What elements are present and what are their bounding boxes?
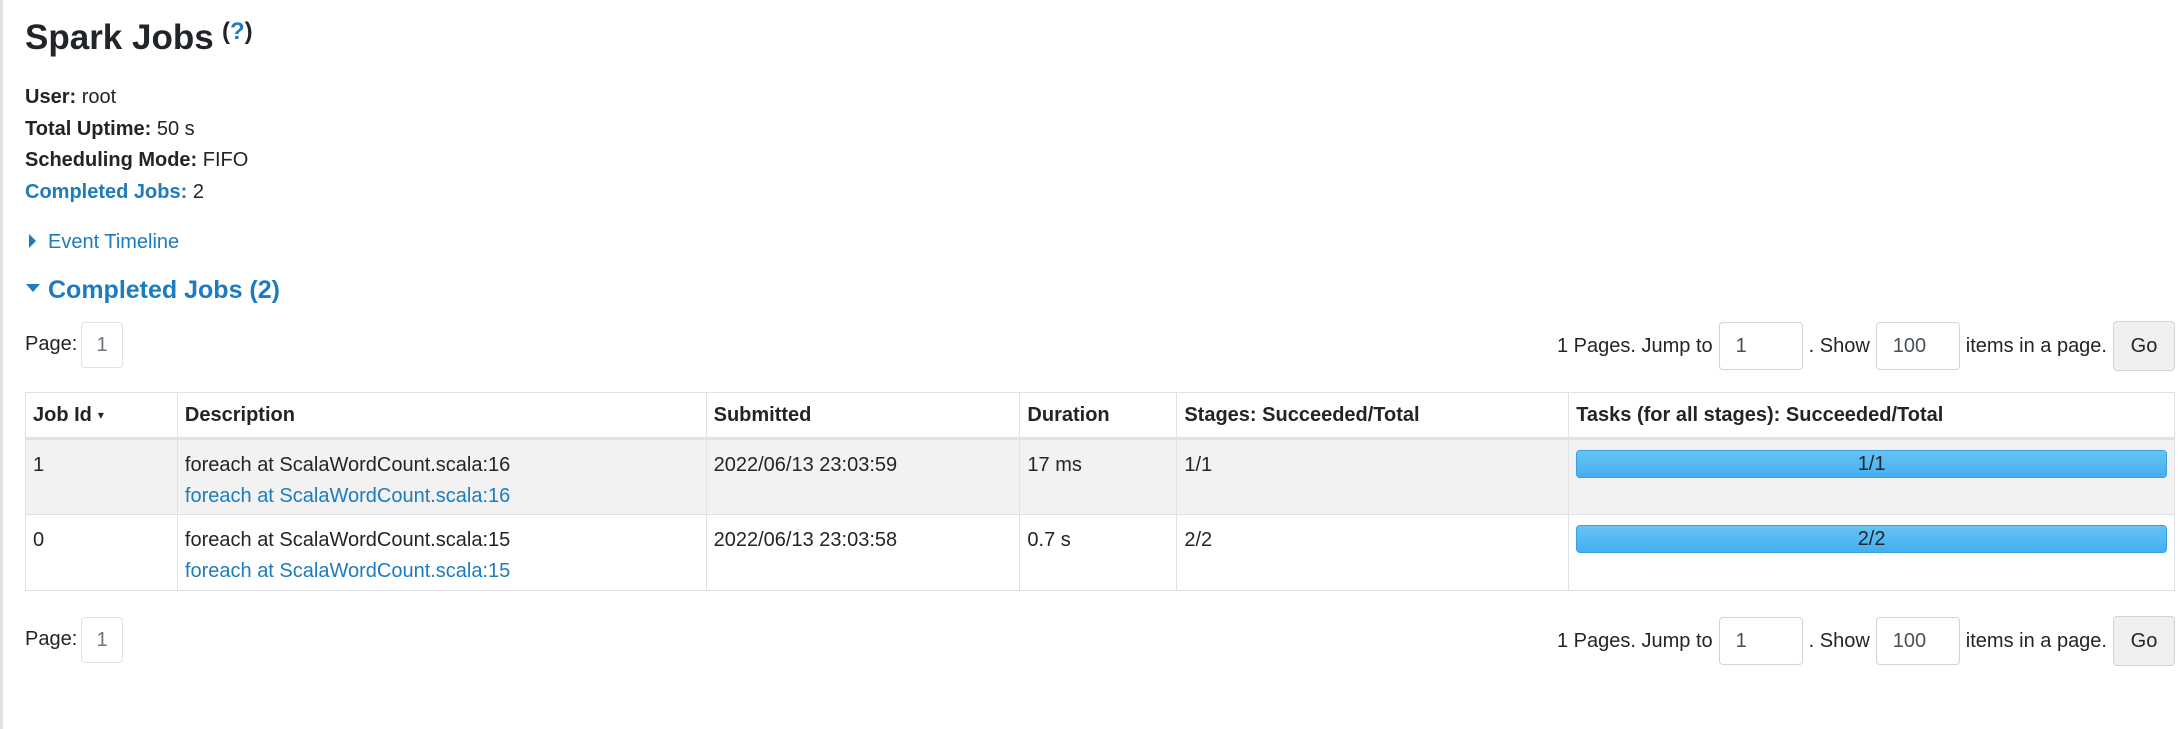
page-size-input[interactable] xyxy=(1875,617,1960,665)
table-row: 1 foreach at ScalaWordCount.scala:16 for… xyxy=(25,438,2175,515)
pagination-controls: 1 Pages. Jump to . Show items in a page.… xyxy=(1557,320,2175,372)
completed-jobs-link[interactable]: Completed Jobs: xyxy=(25,181,187,203)
page-label: Page: xyxy=(25,628,78,650)
cell-duration: 17 ms xyxy=(1019,438,1178,515)
go-button[interactable]: Go xyxy=(2113,616,2175,666)
cell-duration: 0.7 s xyxy=(1019,514,1178,591)
cell-submitted: 2022/06/13 23:03:58 xyxy=(705,514,1021,591)
show-text: . Show xyxy=(1808,334,1870,357)
completed-jobs-table: Job Id ▾ Description Submitted Duration S… xyxy=(25,392,2175,591)
pagination-top: Page: 1 1 Pages. Jump to . Show items in… xyxy=(25,320,2175,372)
caret-right-icon xyxy=(29,233,36,248)
user-value: root xyxy=(81,86,117,108)
cell-stages: 2/2 xyxy=(1176,514,1570,591)
pagination-bottom: Page: 1 1 Pages. Jump to . Show items in… xyxy=(25,615,2175,667)
help-link[interactable]: (?) xyxy=(222,18,253,46)
uptime-label: Total Uptime: xyxy=(25,117,152,140)
caret-down-icon xyxy=(26,284,40,293)
user-label: User: xyxy=(25,86,77,108)
table-header-row: Job Id ▾ Description Submitted Duration S… xyxy=(25,392,2175,440)
cell-stages: 1/1 xyxy=(1176,438,1570,515)
show-text: . Show xyxy=(1808,629,1870,652)
tasks-progress-bar: 2/2 xyxy=(1576,525,2167,553)
header-job-id[interactable]: Job Id ▾ xyxy=(25,392,178,440)
description-text: foreach at ScalaWordCount.scala:15 xyxy=(184,529,511,551)
page-title: Spark Jobs xyxy=(25,18,214,57)
completed-value: 2 xyxy=(192,180,204,203)
table-row: 0 foreach at ScalaWordCount.scala:15 for… xyxy=(25,514,2175,591)
cell-job-id: 0 xyxy=(25,514,178,591)
event-timeline-toggle[interactable]: Event Timeline xyxy=(25,231,179,254)
go-button[interactable]: Go xyxy=(2113,321,2175,371)
cell-description: foreach at ScalaWordCount.scala:16 forea… xyxy=(176,438,707,515)
items-per-page-text: items in a page. xyxy=(1965,629,2107,652)
scheduling-label: Scheduling Mode: xyxy=(25,149,198,171)
jump-to-page-input[interactable] xyxy=(1718,322,1803,370)
cell-tasks: 1/1 xyxy=(1568,438,2175,515)
summary-completed: Completed Jobs: 2 xyxy=(25,177,248,209)
cell-description: foreach at ScalaWordCount.scala:15 forea… xyxy=(176,514,707,591)
cell-job-id: 1 xyxy=(25,438,178,515)
items-per-page-text: items in a page. xyxy=(1965,334,2107,357)
header-stages[interactable]: Stages: Succeeded/Total xyxy=(1176,392,1570,440)
cell-submitted: 2022/06/13 23:03:59 xyxy=(705,438,1021,515)
window-left-edge xyxy=(0,0,3,729)
summary-scheduling: Scheduling Mode: FIFO xyxy=(25,145,248,177)
description-text: foreach at ScalaWordCount.scala:16 xyxy=(184,454,511,476)
summary-user: User: root xyxy=(25,82,248,114)
summary-uptime: Total Uptime: 50 s xyxy=(25,114,248,146)
summary-list: User: root Total Uptime: 50 s Scheduling… xyxy=(25,82,248,208)
header-job-id-label: Job Id xyxy=(33,403,92,426)
pagination-controls: 1 Pages. Jump to . Show items in a page.… xyxy=(1557,615,2175,667)
help-question-icon[interactable]: ? xyxy=(230,18,245,45)
tasks-progress-label: 1/1 xyxy=(1857,453,1886,475)
tasks-progress-bar: 1/1 xyxy=(1576,450,2167,478)
page-size-input[interactable] xyxy=(1875,322,1960,370)
cell-tasks: 2/2 xyxy=(1568,514,2175,591)
header-submitted[interactable]: Submitted xyxy=(705,392,1021,440)
pages-jump-text: 1 Pages. Jump to xyxy=(1556,334,1713,357)
header-duration[interactable]: Duration xyxy=(1019,392,1178,440)
header-description[interactable]: Description xyxy=(176,392,707,440)
completed-jobs-heading: Completed Jobs (2) xyxy=(48,276,280,304)
completed-jobs-toggle[interactable]: Completed Jobs (2) xyxy=(25,276,280,305)
sort-desc-icon: ▾ xyxy=(97,407,104,422)
uptime-value: 50 s xyxy=(156,117,195,140)
page-number-button[interactable]: 1 xyxy=(81,322,123,368)
page-label: Page: xyxy=(25,333,78,355)
page-number-button[interactable]: 1 xyxy=(81,617,123,663)
job-detail-link[interactable]: foreach at ScalaWordCount.scala:15 xyxy=(185,560,510,582)
pages-jump-text: 1 Pages. Jump to xyxy=(1556,629,1713,652)
job-detail-link[interactable]: foreach at ScalaWordCount.scala:16 xyxy=(185,485,510,507)
header-tasks[interactable]: Tasks (for all stages): Succeeded/Total xyxy=(1568,392,2175,440)
jump-to-page-input[interactable] xyxy=(1718,617,1803,665)
event-timeline-label: Event Timeline xyxy=(48,231,180,253)
tasks-progress-label: 2/2 xyxy=(1857,528,1886,550)
scheduling-value: FIFO xyxy=(202,149,249,171)
